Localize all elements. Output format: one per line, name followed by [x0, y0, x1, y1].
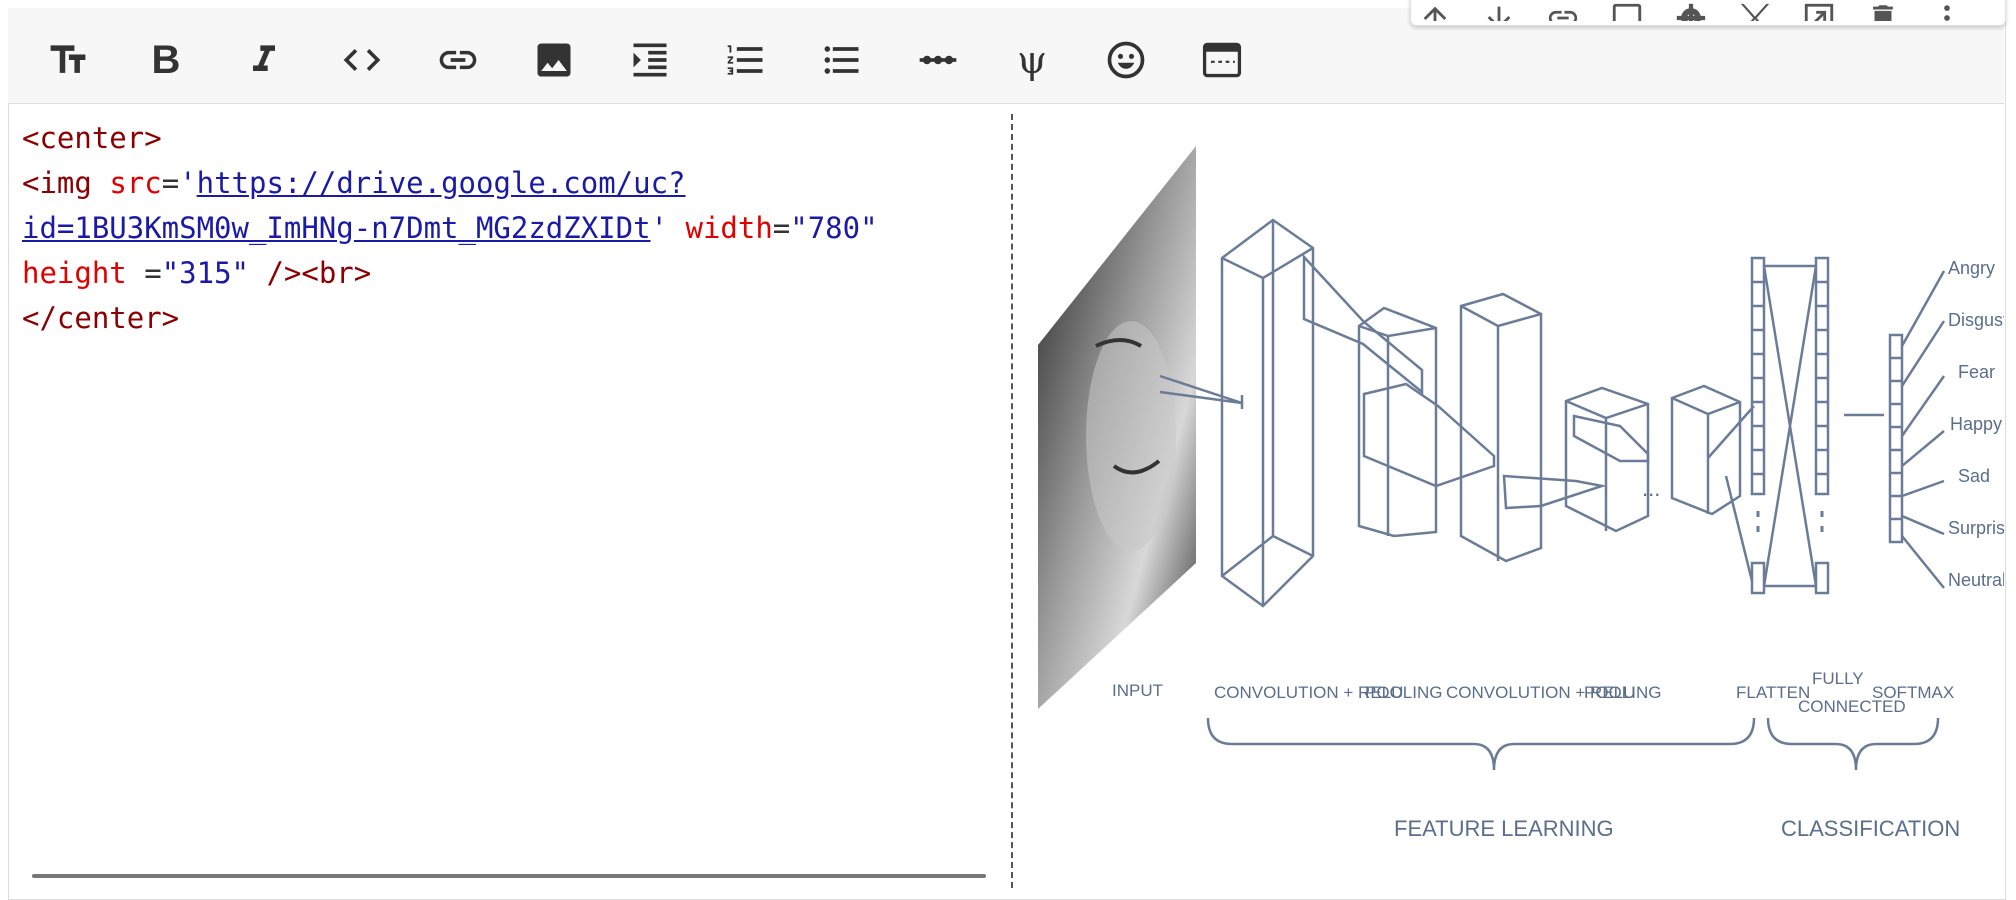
settings-button[interactable] — [1669, 0, 1713, 21]
image-button[interactable] — [530, 36, 578, 84]
label-pooling-2: POOLING — [1584, 683, 1661, 702]
delete-icon — [1873, 5, 1893, 21]
code-line-1: <center> — [22, 121, 162, 155]
bold-button[interactable]: B — [142, 36, 190, 84]
link-icon — [1548, 10, 1578, 21]
cell-toolbar — [1410, 0, 2006, 26]
move-up-button[interactable] — [1413, 0, 1457, 21]
editor-preview-divider[interactable] — [1011, 114, 1013, 888]
class-fear: Fear — [1958, 362, 1995, 382]
scissors-icon — [1740, 3, 1770, 21]
bold-icon: B — [151, 38, 181, 82]
comment-icon — [1612, 3, 1642, 21]
psi-icon: ψ — [1017, 38, 1047, 82]
link-button[interactable] — [434, 36, 482, 84]
delete-button[interactable] — [1861, 0, 1905, 21]
svg-text:...: ... — [1642, 476, 1660, 501]
emoji-icon — [1107, 41, 1145, 79]
class-angry: Angry — [1948, 258, 1995, 278]
image-url-link-continued[interactable]: id=1BU3KmSM0w_ImHNg-n7Dmt_MG2zdZXIDt — [22, 211, 651, 245]
horizontal-scrollbar[interactable] — [32, 874, 986, 878]
group-labels: FEATURE LEARNING CLASSIFICATION — [1394, 816, 1960, 841]
code-line-3: id=1BU3KmSM0w_ImHNg-n7Dmt_MG2zdZXIDt' wi… — [22, 211, 878, 245]
label-softmax: SOFTMAX — [1872, 683, 1954, 702]
gear-icon — [1676, 3, 1706, 21]
image-icon — [537, 43, 571, 77]
markdown-source-editor[interactable]: <center> <img src='https://drive.google.c… — [22, 116, 1002, 341]
class-sad: Sad — [1958, 466, 1990, 486]
numbered-list-icon — [727, 45, 763, 75]
code-button[interactable] — [338, 36, 386, 84]
italic-button[interactable] — [240, 36, 288, 84]
code-line-2: <img src='https://drive.google.com/uc? — [22, 166, 686, 200]
arrow-down-icon — [1487, 6, 1511, 21]
open-in-window-button[interactable] — [1797, 0, 1841, 21]
cut-button[interactable] — [1733, 0, 1777, 21]
indent-button[interactable] — [626, 36, 674, 84]
input-face-image — [1038, 146, 1196, 709]
label-input: INPUT — [1112, 681, 1163, 700]
horizontal-rule-icon — [919, 55, 957, 65]
latex-button[interactable]: ψ — [1008, 36, 1056, 84]
bulleted-list-button[interactable] — [818, 36, 866, 84]
indent-icon — [633, 43, 667, 77]
label-feature-learning: FEATURE LEARNING — [1394, 816, 1614, 836]
output-classes: Angry Disgust Fear Happy Sad Surprise Ne… — [1948, 258, 2015, 590]
label-pooling-1: POOLING — [1365, 683, 1442, 702]
class-surprise: Surprise — [1948, 518, 2004, 538]
preview-mode-button[interactable] — [1198, 36, 1246, 84]
horizontal-rule-button[interactable] — [914, 36, 962, 84]
window-icon — [1202, 42, 1242, 78]
more-button[interactable] — [1925, 0, 1969, 21]
class-neutral: Neutral — [1948, 570, 2004, 590]
rendered-preview: ... INPUT CONVOLUTION + RELU POOLING CON… — [1036, 136, 2015, 841]
link-icon — [439, 50, 477, 70]
code-line-5: </center> — [22, 301, 180, 335]
open-in-window-icon — [1804, 3, 1834, 21]
code-line-4: height ="315" /><br> — [22, 256, 372, 290]
code-icon — [343, 49, 381, 71]
cnn-architecture-diagram: ... INPUT CONVOLUTION + RELU POOLING CON… — [1038, 146, 2015, 841]
text-size-icon — [50, 45, 86, 73]
more-vert-icon — [1944, 5, 1950, 21]
layer-labels: INPUT CONVOLUTION + RELU POOLING CONVOLU… — [1112, 669, 1954, 716]
label-classification: CLASSIFICATION — [1781, 816, 1960, 836]
label-fully: FULLY — [1812, 669, 1864, 688]
italic-icon — [253, 45, 275, 71]
arrow-up-icon — [1423, 6, 1447, 21]
emoji-button[interactable] — [1102, 36, 1150, 84]
image-url-link[interactable]: https://drive.google.com/uc? — [197, 166, 686, 200]
cell-link-button[interactable] — [1541, 0, 1585, 21]
move-down-button[interactable] — [1477, 0, 1521, 21]
text-size-button[interactable] — [44, 36, 92, 84]
class-happy: Happy — [1950, 414, 2002, 434]
comment-button[interactable] — [1605, 0, 1649, 21]
numbered-list-button[interactable] — [722, 36, 770, 84]
bulleted-list-icon — [824, 46, 859, 74]
class-disgust: Disgust — [1948, 310, 2004, 330]
